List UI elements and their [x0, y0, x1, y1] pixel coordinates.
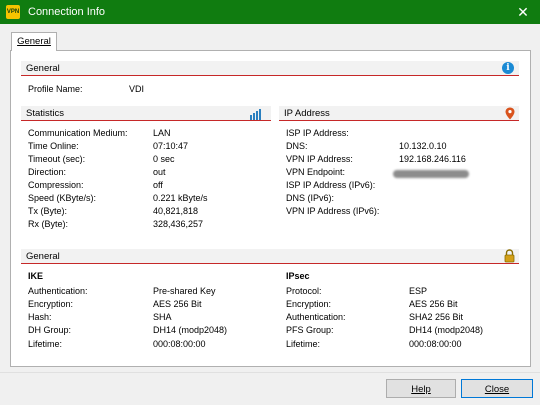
tab-general[interactable]: General: [11, 32, 57, 51]
stat-label: Time Online:: [28, 141, 79, 151]
security-section-title: General: [26, 251, 60, 262]
security-section-header: General: [21, 249, 519, 264]
ike-label: DH Group:: [28, 325, 72, 335]
ike-value: AES 256 Bit: [153, 299, 202, 309]
ike-value: SHA: [153, 312, 172, 322]
ike-label: Hash:: [28, 312, 52, 322]
ipsec-label: PFS Group:: [286, 325, 334, 335]
title-bar: VPN Connection Info ✕: [0, 0, 540, 24]
ip-label: DNS:: [286, 141, 308, 151]
stat-label: Direction:: [28, 167, 67, 177]
ike-title: IKE: [28, 271, 44, 281]
bar-chart-icon: [250, 109, 261, 120]
stat-label: Rx (Byte):: [28, 219, 69, 229]
close-window-button[interactable]: ✕: [506, 0, 540, 24]
ike-label: Lifetime:: [28, 339, 63, 349]
stat-value: 0 sec: [153, 154, 175, 164]
stat-value: LAN: [153, 128, 171, 138]
vpn-app-icon: VPN: [6, 5, 20, 19]
ike-value: DH14 (modp2048): [153, 325, 228, 335]
help-button[interactable]: Help: [386, 379, 456, 398]
ipsec-label: Authentication:: [286, 312, 346, 322]
ip-label: DNS (IPv6):: [286, 193, 335, 203]
general-section-title: General: [26, 63, 60, 74]
statistics-section-header: Statistics: [21, 106, 271, 121]
ike-label: Authentication:: [28, 286, 88, 296]
ipsec-value: DH14 (modp2048): [409, 325, 484, 335]
help-button-label: Help: [411, 384, 431, 395]
stat-value: off: [153, 180, 163, 190]
window-title: Connection Info: [28, 6, 106, 18]
ipsec-label: Lifetime:: [286, 339, 321, 349]
ip-label: VPN IP Address:: [286, 154, 353, 164]
ipsec-value: ESP: [409, 286, 428, 296]
ipsec-value: 000:08:00:00: [409, 339, 462, 349]
ip-address-section-header: IP Address: [279, 106, 519, 121]
profile-name-value: VDI: [129, 84, 145, 94]
stat-value: 40,821,818: [153, 206, 199, 216]
ipsec-value: AES 256 Bit: [409, 299, 458, 309]
ipsec-value: SHA2 256 Bit: [409, 312, 464, 322]
ip-label: ISP IP Address:: [286, 128, 349, 138]
general-section-header: General: [21, 61, 519, 76]
ike-value: Pre-shared Key: [153, 286, 216, 296]
tab-general-label: General: [17, 36, 51, 47]
stat-label: Compression:: [28, 180, 84, 190]
info-icon: i: [502, 62, 514, 74]
ip-label: VPN IP Address (IPv6):: [286, 206, 380, 216]
stat-value: 0.221 kByte/s: [153, 193, 208, 203]
tab-panel: General i Profile Name: VDI Statistics C…: [10, 50, 531, 367]
stat-label: Timeout (sec):: [28, 154, 86, 164]
close-button[interactable]: Close: [461, 379, 533, 398]
stat-value: 07:10:47: [153, 141, 189, 151]
stat-label: Communication Medium:: [28, 128, 128, 138]
ip-value: 10.132.0.10: [399, 141, 447, 151]
ipsec-label: Encryption:: [286, 299, 332, 309]
ike-label: Encryption:: [28, 299, 74, 309]
ike-value: 000:08:00:00: [153, 339, 206, 349]
stat-label: Speed (KByte/s):: [28, 193, 97, 203]
stat-label: Tx (Byte):: [28, 206, 68, 216]
ipsec-label: Protocol:: [286, 286, 322, 296]
redacted-endpoint-value: [393, 170, 469, 178]
ip-label: VPN Endpoint:: [286, 167, 346, 177]
location-pin-icon: [505, 107, 515, 120]
statistics-section-title: Statistics: [26, 108, 65, 119]
padlock-icon: [504, 249, 515, 263]
ip-label: ISP IP Address (IPv6):: [286, 180, 376, 190]
close-button-label: Close: [484, 384, 510, 395]
footer-divider: [0, 372, 540, 373]
stat-value: 328,436,257: [153, 219, 204, 229]
profile-name-label: Profile Name:: [28, 84, 83, 94]
ip-address-section-title: IP Address: [284, 108, 330, 119]
ipsec-title: IPsec: [286, 271, 310, 281]
ip-value: 192.168.246.116: [399, 154, 466, 164]
stat-value: out: [153, 167, 166, 177]
